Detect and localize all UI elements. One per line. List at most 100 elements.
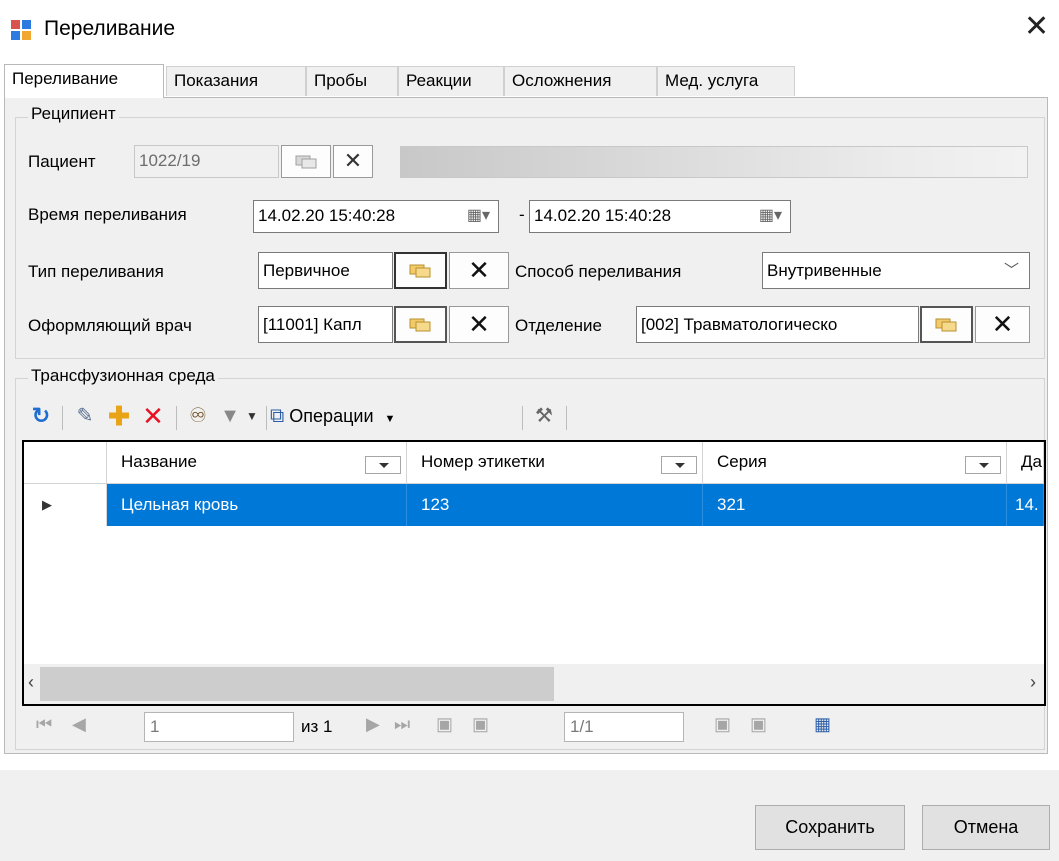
- page-input[interactable]: 1: [144, 712, 294, 742]
- column-header-label: Да: [1021, 452, 1042, 471]
- time-label: Время переливания: [28, 205, 187, 224]
- page-action-icon[interactable]: ▣: [750, 714, 767, 735]
- prev-page-icon[interactable]: ◀: [72, 714, 86, 735]
- patient-select-button[interactable]: [281, 145, 331, 178]
- cell-label-no: 123: [407, 484, 703, 526]
- method-value: Внутривенные: [767, 261, 882, 280]
- close-icon: ✕: [468, 309, 490, 339]
- department-label: Отделение: [515, 316, 602, 335]
- app-icon: [11, 20, 31, 40]
- cell-date: 14.: [1007, 484, 1044, 526]
- close-icon[interactable]: ✕: [1024, 12, 1049, 42]
- toolbar: ↻ ✎ ✚ ✕ ♾ ▼ ▼ ⧉ Операции ▼ ⚒: [18, 398, 1038, 438]
- select-icon: [295, 155, 317, 169]
- last-page-icon[interactable]: ⏭: [394, 714, 410, 735]
- column-filter-dropdown-icon[interactable]: [661, 456, 697, 474]
- toolbar-separator: [62, 406, 63, 430]
- tools-icon[interactable]: ⚒: [528, 398, 560, 434]
- chevron-down-icon: ▼: [384, 413, 396, 425]
- calendar-dropdown-icon[interactable]: ▦▾: [467, 201, 490, 231]
- transfusion-legend: Трансфузионная среда: [28, 366, 218, 386]
- toolbar-separator: [522, 406, 523, 430]
- delete-icon[interactable]: ✕: [138, 398, 168, 434]
- select-icon: [409, 264, 431, 278]
- toolbar-separator: [266, 406, 267, 430]
- department-field[interactable]: [002] Травматологическо: [636, 306, 919, 343]
- close-icon: ✕: [343, 148, 363, 173]
- filter-icon[interactable]: ▼: [216, 398, 244, 434]
- cell-series: 321: [703, 484, 1007, 526]
- time-from-value: 14.02.20 15:40:28: [258, 206, 396, 225]
- doctor-select-button[interactable]: [394, 306, 447, 343]
- operations-label: Операции: [289, 406, 374, 426]
- window-title: Переливание: [44, 17, 176, 40]
- patient-clear-button[interactable]: ✕: [333, 145, 373, 178]
- time-to-value: 14.02.20 15:40:28: [534, 206, 672, 225]
- column-header-label-no[interactable]: Номер этикетки: [407, 442, 703, 484]
- add-icon[interactable]: ✚: [104, 398, 134, 434]
- select-icon: [409, 318, 431, 332]
- cell-name: Цельная кровь: [107, 484, 407, 526]
- close-icon: ✕: [468, 255, 490, 285]
- page-action-icon[interactable]: ▣: [436, 714, 453, 735]
- chevron-down-icon: ﹀: [1003, 262, 1019, 279]
- operations-icon: ⧉: [270, 405, 285, 427]
- patient-label: Пациент: [28, 152, 96, 171]
- refresh-icon[interactable]: ↻: [26, 398, 56, 434]
- column-header-series[interactable]: Серия: [703, 442, 1007, 484]
- row-indicator-icon: ▶: [24, 484, 107, 526]
- scroll-left-icon[interactable]: ‹: [28, 672, 34, 693]
- time-to-field[interactable]: 14.02.20 15:40:28 ▦▾: [529, 200, 791, 233]
- edit-icon[interactable]: ✎: [70, 398, 100, 434]
- patient-field: 1022/19: [134, 145, 279, 178]
- doctor-label: Оформляющий врач: [28, 316, 192, 335]
- doctor-field[interactable]: [11001] Капл: [258, 306, 393, 343]
- column-header-name[interactable]: Название: [107, 442, 407, 484]
- table-view-icon[interactable]: ▦: [814, 714, 831, 735]
- tab-samples[interactable]: Пробы: [306, 66, 398, 96]
- type-select-button[interactable]: [394, 252, 447, 289]
- column-header-label: Серия: [717, 452, 767, 471]
- next-page-icon[interactable]: ▶: [366, 714, 380, 735]
- first-page-icon[interactable]: ⏮: [36, 714, 52, 735]
- doctor-clear-button[interactable]: ✕: [449, 306, 509, 343]
- row-header-corner: [24, 442, 107, 484]
- filter-dropdown-icon[interactable]: ▼: [244, 398, 260, 434]
- page-action-icon[interactable]: ▣: [714, 714, 731, 735]
- cancel-button[interactable]: Отмена: [922, 805, 1050, 850]
- method-select[interactable]: Внутривенные ﹀: [762, 252, 1030, 289]
- close-icon: ✕: [991, 309, 1014, 339]
- type-label: Тип переливания: [28, 262, 164, 281]
- page-action-icon[interactable]: ▣: [472, 714, 489, 735]
- time-dash: -: [519, 205, 525, 224]
- tab-reactions[interactable]: Реакции: [398, 66, 504, 96]
- column-filter-dropdown-icon[interactable]: [365, 456, 401, 474]
- scroll-right-icon[interactable]: ›: [1030, 672, 1036, 693]
- select-icon: [935, 318, 957, 332]
- patient-name-field: [400, 146, 1028, 178]
- column-header-label: Номер этикетки: [421, 452, 545, 471]
- department-clear-button[interactable]: ✕: [975, 306, 1030, 343]
- calendar-dropdown-icon[interactable]: ▦▾: [759, 201, 782, 231]
- column-filter-dropdown-icon[interactable]: [965, 456, 1001, 474]
- tab-transfusion[interactable]: Переливание: [4, 64, 164, 98]
- save-button[interactable]: Сохранить: [755, 805, 905, 850]
- method-label: Способ переливания: [515, 262, 682, 281]
- operations-button[interactable]: ⧉ Операции ▼: [270, 398, 480, 434]
- type-clear-button[interactable]: ✕: [449, 252, 509, 289]
- time-from-field[interactable]: 14.02.20 15:40:28 ▦▾: [253, 200, 499, 233]
- scrollbar-thumb[interactable]: [40, 667, 554, 701]
- type-field[interactable]: Первичное: [258, 252, 393, 289]
- tab-complications[interactable]: Осложнения: [504, 66, 657, 96]
- page-of-text: из 1: [301, 717, 333, 736]
- toolbar-separator: [176, 406, 177, 430]
- page-counter: 1/1: [564, 712, 684, 742]
- column-header-label: Название: [121, 452, 197, 471]
- column-header-date[interactable]: Да: [1007, 442, 1044, 484]
- toolbar-separator: [566, 406, 567, 430]
- binoculars-icon[interactable]: ♾: [182, 398, 214, 434]
- tab-indications[interactable]: Показания: [166, 66, 306, 96]
- recipient-legend: Реципиент: [28, 104, 119, 124]
- department-select-button[interactable]: [920, 306, 973, 343]
- tab-med-service[interactable]: Мед. услуга: [657, 66, 795, 96]
